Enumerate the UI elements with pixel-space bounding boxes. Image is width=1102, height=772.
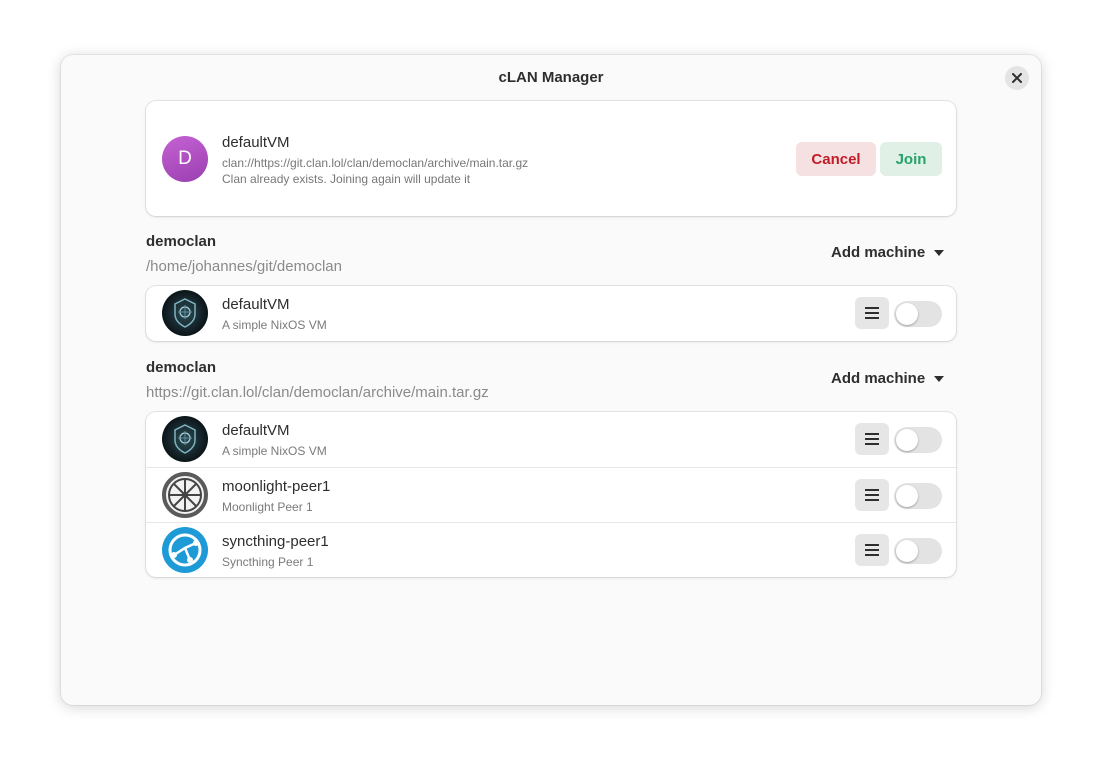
- machine-list: defaultVM A simple NixOS VM moonlight-pe…: [146, 412, 956, 577]
- machine-menu-button[interactable]: [855, 297, 889, 329]
- machine-toggle[interactable]: [894, 301, 942, 327]
- group-path: https://git.clan.lol/clan/democlan/archi…: [146, 384, 489, 401]
- titlebar: cLAN Manager: [61, 55, 1041, 101]
- machine-toggle[interactable]: [894, 483, 942, 509]
- group-path: /home/johannes/git/democlan: [146, 258, 342, 275]
- cancel-button[interactable]: Cancel: [796, 142, 876, 176]
- add-machine-button[interactable]: Add machine: [831, 244, 945, 261]
- machine-name: defaultVM: [222, 422, 290, 439]
- machine-row: defaultVM A simple NixOS VM: [146, 412, 956, 467]
- join-machine-name: defaultVM: [222, 134, 290, 151]
- machine-toggle[interactable]: [894, 538, 942, 564]
- join-clan-card: D defaultVM clan://https://git.clan.lol/…: [146, 101, 956, 216]
- machine-name: defaultVM: [222, 296, 290, 313]
- close-icon: [1012, 73, 1022, 83]
- machine-description: Syncthing Peer 1: [222, 555, 314, 569]
- hamburger-menu-icon: [865, 489, 879, 501]
- add-machine-label: Add machine: [831, 244, 926, 261]
- machine-list: defaultVM A simple NixOS VM: [146, 286, 956, 341]
- close-button[interactable]: [1005, 66, 1029, 90]
- machine-name: syncthing-peer1: [222, 533, 329, 550]
- chevron-down-icon: [934, 249, 945, 256]
- chevron-down-icon: [934, 375, 945, 382]
- machine-menu-button[interactable]: [855, 423, 889, 455]
- machine-description: Moonlight Peer 1: [222, 500, 313, 514]
- toggle-knob: [896, 429, 918, 451]
- machine-description: A simple NixOS VM: [222, 444, 327, 458]
- machine-row: syncthing-peer1 Syncthing Peer 1: [146, 522, 956, 577]
- machine-menu-button[interactable]: [855, 534, 889, 566]
- avatar: D: [162, 136, 208, 182]
- join-note: Clan already exists. Joining again will …: [222, 172, 471, 186]
- add-machine-label: Add machine: [831, 370, 926, 387]
- toggle-knob: [896, 485, 918, 507]
- join-clan-url: clan://https://git.clan.lol/clan/democla…: [222, 156, 529, 170]
- machine-name: moonlight-peer1: [222, 478, 331, 495]
- window-title: cLAN Manager: [498, 69, 604, 86]
- machine-row: moonlight-peer1 Moonlight Peer 1: [146, 467, 956, 522]
- join-button[interactable]: Join: [880, 142, 942, 176]
- toggle-knob: [896, 540, 918, 562]
- group-title: democlan: [146, 359, 217, 376]
- toggle-knob: [896, 303, 918, 325]
- machine-toggle[interactable]: [894, 427, 942, 453]
- nix-shield-icon: [162, 416, 208, 462]
- hamburger-menu-icon: [865, 433, 879, 445]
- hamburger-menu-icon: [865, 307, 879, 319]
- hamburger-menu-icon: [865, 544, 879, 556]
- clan-manager-window: cLAN Manager D defaultVM clan://https://…: [61, 55, 1041, 705]
- add-machine-button[interactable]: Add machine: [831, 370, 945, 387]
- nix-shield-icon: [162, 290, 208, 336]
- machine-description: A simple NixOS VM: [222, 318, 327, 332]
- machine-menu-button[interactable]: [855, 479, 889, 511]
- syncthing-icon: [162, 527, 208, 573]
- moonlight-wheel-icon: [162, 472, 208, 518]
- group-title: democlan: [146, 233, 217, 250]
- machine-row: defaultVM A simple NixOS VM: [146, 286, 956, 341]
